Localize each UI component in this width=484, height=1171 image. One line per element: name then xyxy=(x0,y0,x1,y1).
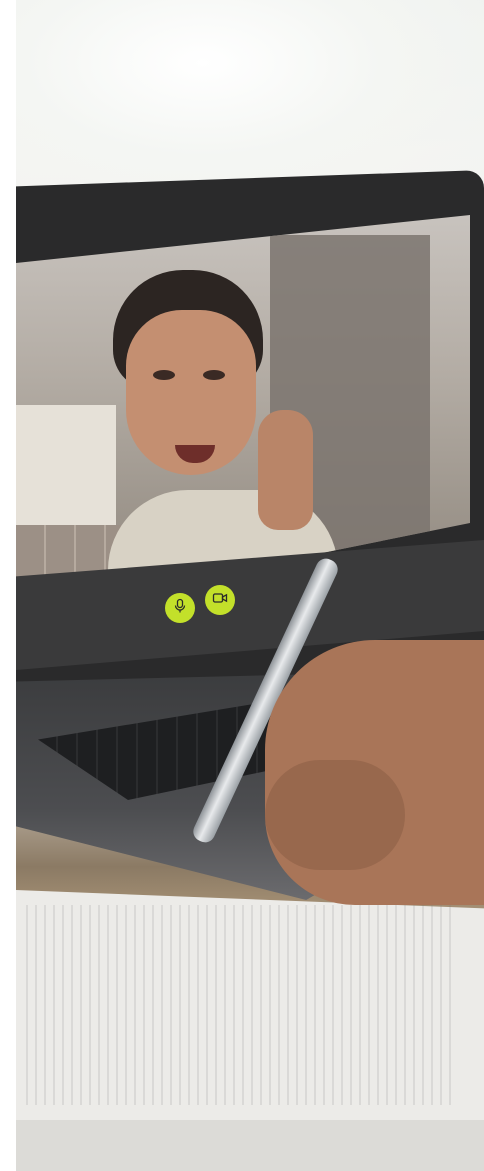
video-camera-icon xyxy=(212,590,228,611)
paper-text-lines xyxy=(26,905,456,1105)
kitchen-cabinet xyxy=(16,405,116,525)
left-border-strip xyxy=(0,0,16,1171)
foreground-hand-shadow xyxy=(265,760,405,870)
photo-scene xyxy=(0,0,484,1171)
table-edge xyxy=(16,1120,484,1171)
microphone-icon xyxy=(172,598,188,619)
microphone-button[interactable] xyxy=(165,593,195,623)
camera-button[interactable] xyxy=(205,585,235,615)
participant-hand-at-ear xyxy=(258,410,313,530)
participant-eye-left xyxy=(153,370,175,380)
participant-eye-right xyxy=(203,370,225,380)
